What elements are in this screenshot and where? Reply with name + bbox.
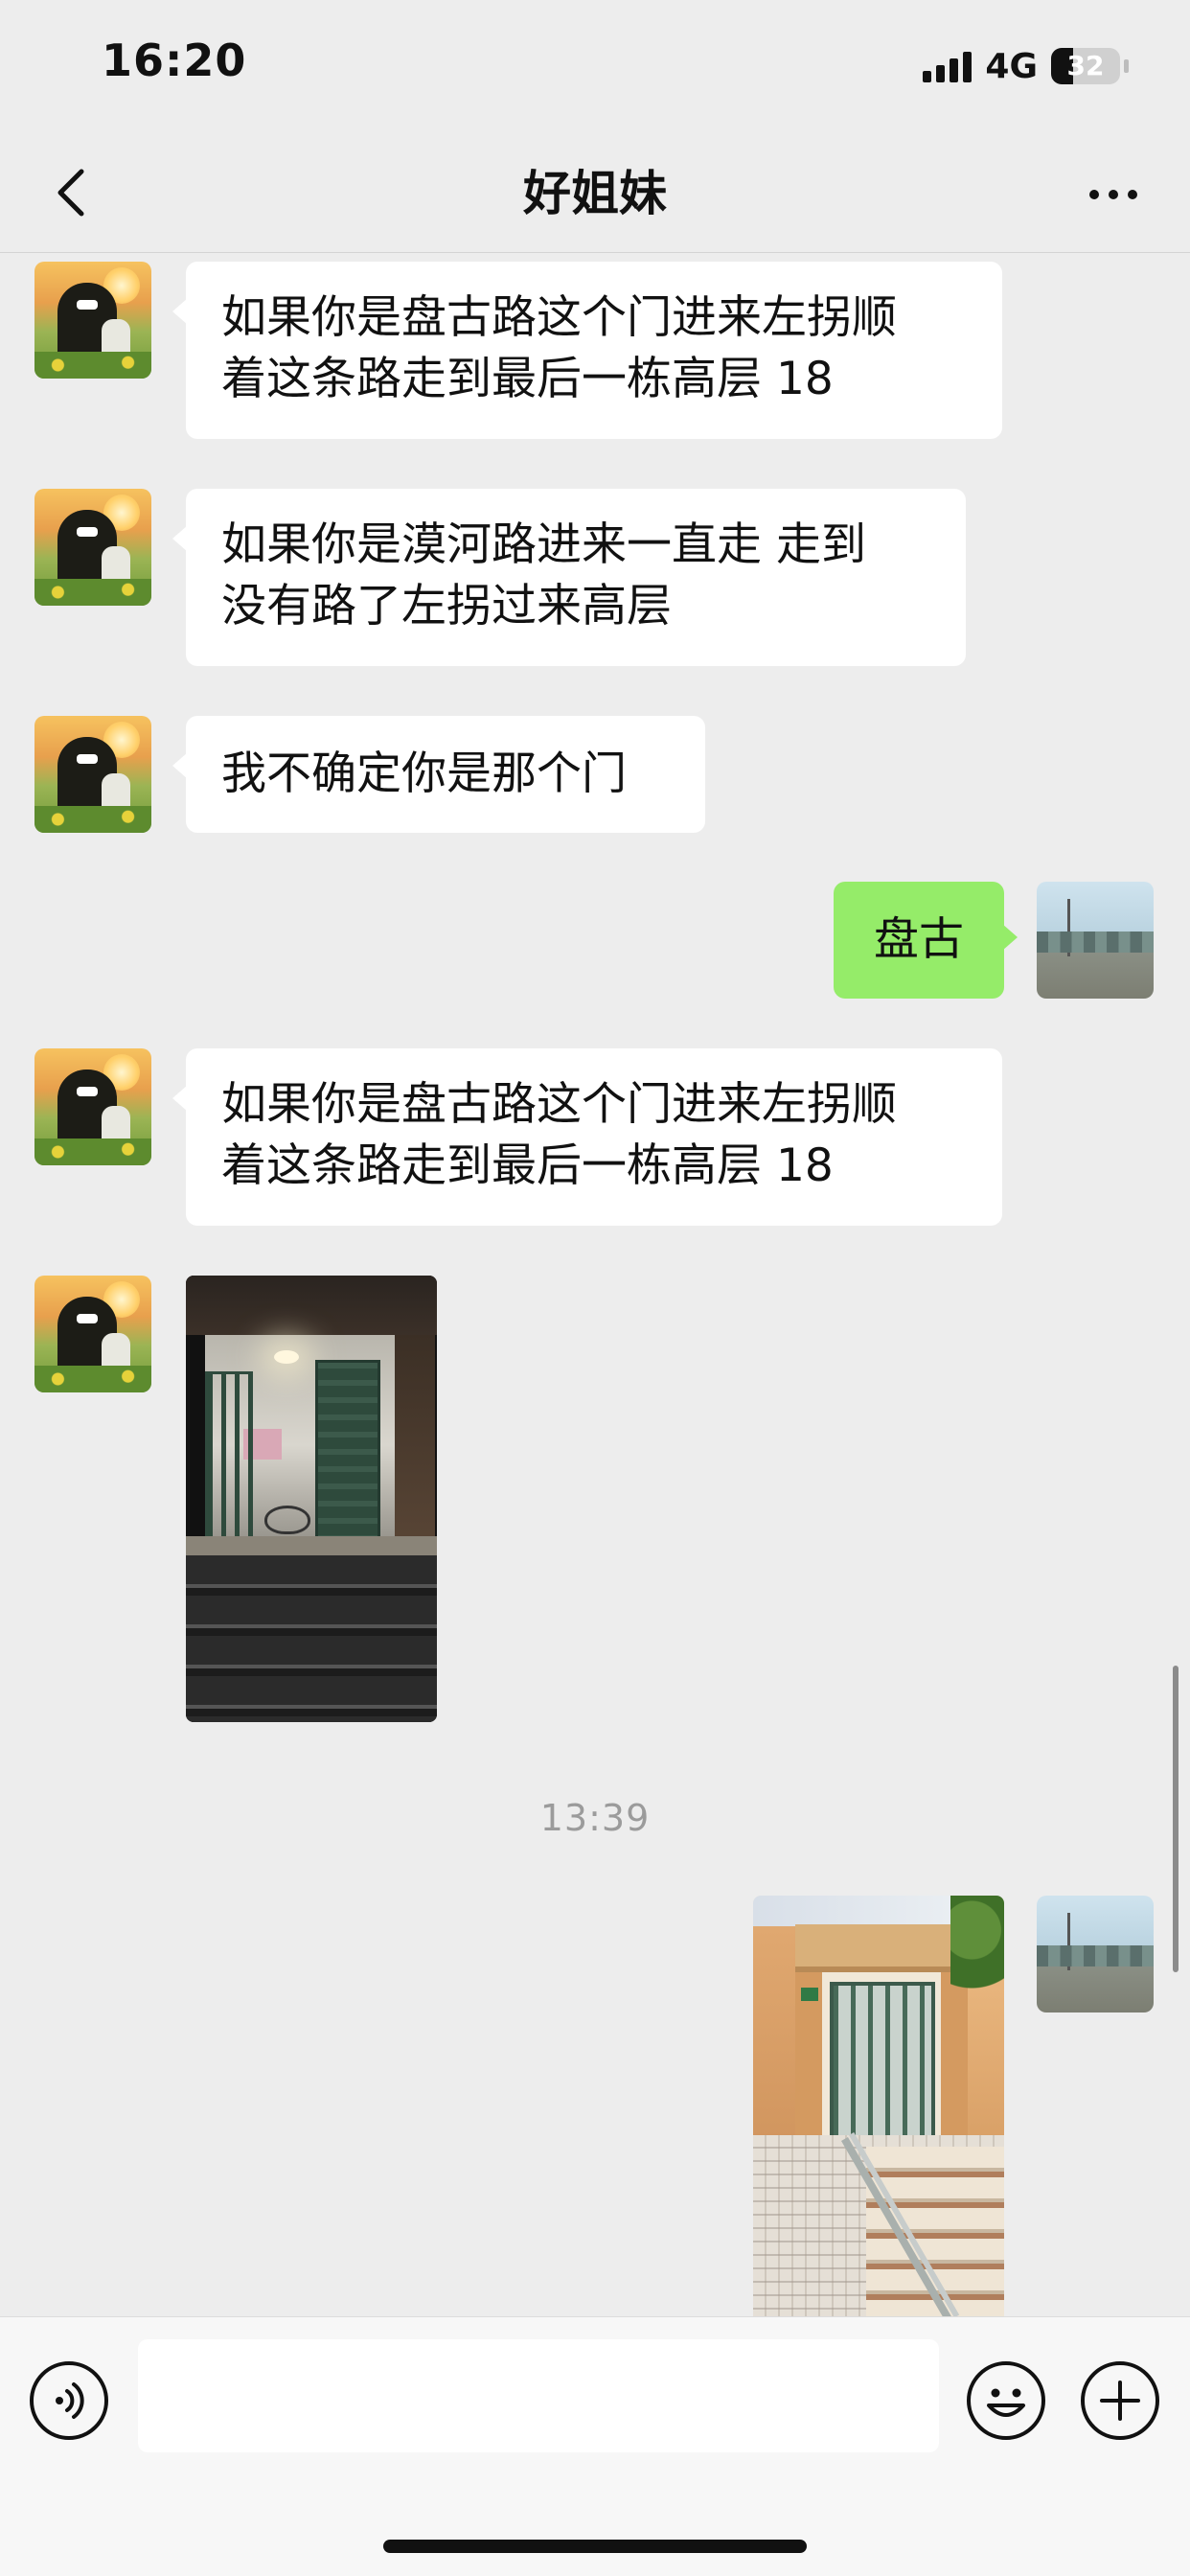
message-bubble-outgoing[interactable]: 盘古 xyxy=(834,882,1018,999)
voice-button[interactable] xyxy=(30,2361,108,2440)
network-type: 4G xyxy=(985,46,1038,86)
chat-scrollbar[interactable] xyxy=(1173,1666,1179,1972)
status-bar: 16:20 4G 32 xyxy=(0,0,1190,134)
signal-icon xyxy=(923,50,973,82)
message-text-line: 没有路了左拐过来高层 xyxy=(221,580,672,632)
chevron-left-icon xyxy=(57,169,84,217)
message-bubble-incoming[interactable]: 如果你是盘古路这个门进来左拐顺 着这条路走到最后一栋高层 18 xyxy=(172,262,1002,439)
more-icon-dot xyxy=(1089,190,1099,199)
message-text-line: 如果你是盘古路这个门进来左拐顺 xyxy=(221,1078,897,1131)
back-button[interactable] xyxy=(38,159,105,226)
battery-icon: 32 xyxy=(1051,48,1120,84)
message-bubble-incoming[interactable]: 我不确定你是那个门 xyxy=(172,716,705,833)
contact-avatar[interactable] xyxy=(34,716,151,833)
emoji-icon xyxy=(987,2388,1025,2417)
message-input[interactable] xyxy=(138,2339,939,2452)
my-avatar[interactable] xyxy=(1037,882,1154,999)
input-bar xyxy=(0,2316,1190,2576)
status-indicators: 4G 32 xyxy=(923,42,1129,90)
more-icon-dot xyxy=(1128,190,1137,199)
more-icon-dot xyxy=(1109,190,1118,199)
plus-button[interactable] xyxy=(1081,2361,1159,2440)
message-text-line: 着这条路走到最后一栋高层 18 xyxy=(221,353,834,405)
contact-avatar[interactable] xyxy=(34,1276,151,1392)
message-text-line: 着这条路走到最后一栋高层 18 xyxy=(221,1139,834,1192)
message-bubble-incoming[interactable]: 如果你是盘古路这个门进来左拐顺 着这条路走到最后一栋高层 18 xyxy=(172,1048,1002,1226)
contact-avatar[interactable] xyxy=(34,262,151,379)
message-text-line: 我不确定你是那个门 xyxy=(221,748,627,800)
message-text-line: 盘古 xyxy=(874,913,964,966)
home-indicator[interactable] xyxy=(383,2540,807,2553)
emoji-button[interactable] xyxy=(967,2361,1045,2440)
message-timestamp: 13:39 xyxy=(539,1797,651,1839)
voice-icon xyxy=(56,2382,84,2419)
contact-avatar[interactable] xyxy=(34,489,151,606)
message-image-outgoing[interactable] xyxy=(753,1896,1004,2316)
status-time: 16:20 xyxy=(102,34,247,86)
plus-icon xyxy=(1100,2380,1140,2421)
chat-title: 好姐妹 xyxy=(523,166,667,221)
more-button[interactable] xyxy=(1075,161,1152,228)
nav-bar: 好姐妹 xyxy=(0,134,1190,253)
message-text-line: 如果你是盘古路这个门进来左拐顺 xyxy=(221,291,897,344)
battery-cap xyxy=(1124,59,1129,73)
my-avatar[interactable] xyxy=(1037,1896,1154,2012)
contact-avatar[interactable] xyxy=(34,1048,151,1165)
message-bubble-incoming[interactable]: 如果你是漠河路进来一直走 走到 没有路了左拐过来高层 xyxy=(172,489,966,666)
chat-message-list[interactable]: 如果你是盘古路这个门进来左拐顺 着这条路走到最后一栋高层 18 如果你是漠河路进… xyxy=(0,254,1190,2316)
message-text-line: 如果你是漠河路进来一直走 走到 xyxy=(221,518,866,571)
message-image-incoming[interactable] xyxy=(186,1276,437,1722)
battery-percentage: 32 xyxy=(1066,50,1105,81)
